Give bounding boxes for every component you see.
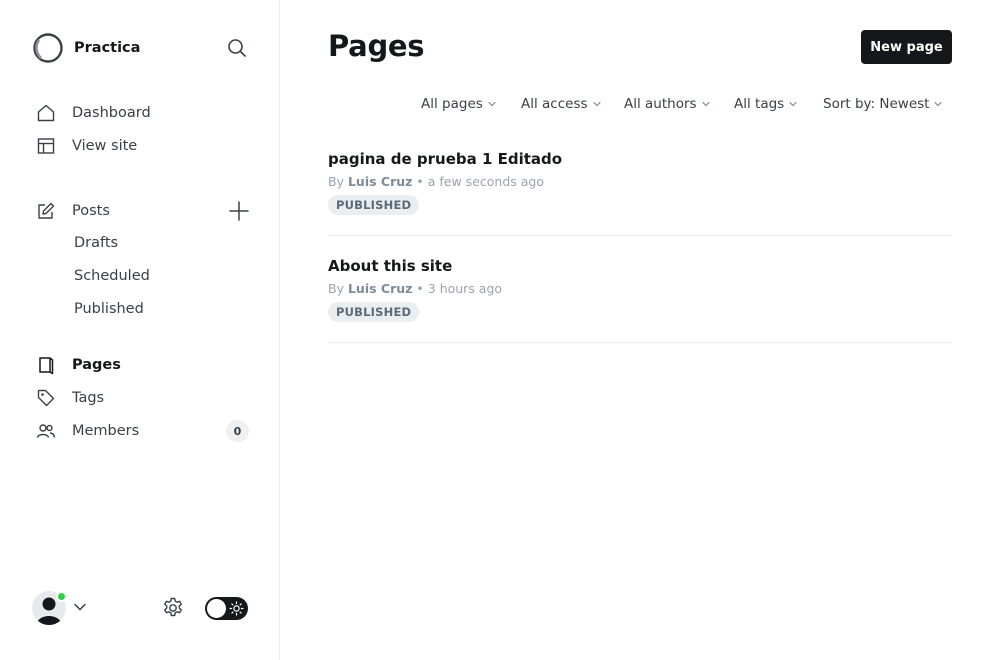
nav-label-view-site: View site [72, 138, 138, 154]
filter-type[interactable]: All pages [421, 96, 496, 112]
filter-tags-label: All tags [734, 96, 785, 112]
nav-label-dashboard: Dashboard [72, 105, 151, 121]
online-status-dot [56, 591, 67, 602]
nav-label-posts: Posts [72, 203, 110, 219]
chevron-down-icon [488, 101, 496, 107]
filter-access[interactable]: All access [521, 96, 601, 112]
meta-by: By [328, 281, 344, 296]
search-icon[interactable] [226, 37, 248, 59]
page-title: Pages [328, 29, 425, 63]
filter-tags[interactable]: All tags [734, 96, 797, 112]
nav-item-members[interactable]: Members [36, 419, 139, 443]
sun-icon [229, 601, 244, 616]
theme-toggle[interactable] [205, 597, 248, 620]
page-title-link[interactable]: pagina de prueba 1 Editado [328, 150, 562, 168]
nav-label-pages: Pages [72, 357, 121, 373]
chevron-down-icon [592, 101, 601, 107]
nav-label-members: Members [72, 423, 140, 439]
page-meta: By Luis Cruz • 3 hours ago [328, 281, 502, 296]
sort-order-label: Sort by: Newest [823, 96, 930, 112]
nav-item-pages[interactable]: Pages [36, 353, 121, 377]
meta-separator: • [416, 281, 424, 296]
page-icon [36, 355, 56, 375]
nav-item-drafts[interactable]: Drafts [74, 235, 118, 251]
meta-author: Luis Cruz [347, 281, 413, 296]
nav-item-posts[interactable]: Posts [36, 199, 110, 223]
page-list-item[interactable]: pagina de prueba 1 Editado By Luis Cruz … [328, 129, 952, 236]
layout-icon [36, 136, 56, 156]
nav-item-tags[interactable]: Tags [36, 386, 104, 410]
new-page-button[interactable]: New page [861, 30, 952, 64]
chevron-down-icon [701, 101, 710, 107]
meta-time: 3 hours ago [427, 281, 503, 296]
members-icon [36, 421, 56, 441]
main-content: Pages New page All pages All access All … [280, 0, 1000, 660]
status-badge: PUBLISHED [328, 302, 420, 322]
nav-item-view-site[interactable]: View site [36, 134, 137, 158]
brand[interactable]: Practica [32, 32, 140, 64]
nav-item-scheduled[interactable]: Scheduled [74, 268, 150, 284]
filter-authors[interactable]: All authors [624, 96, 710, 112]
filter-authors-label: All authors [624, 96, 697, 112]
meta-by: By [328, 174, 344, 189]
chevron-down-icon [934, 101, 943, 107]
meta-author: Luis Cruz [347, 174, 413, 189]
meta-time: a few seconds ago [427, 174, 544, 189]
sort-order[interactable]: Sort by: Newest [823, 96, 943, 112]
filter-access-label: All access [521, 96, 588, 112]
nav-label-tags: Tags [72, 390, 105, 406]
page-title-link[interactable]: About this site [328, 257, 452, 275]
status-badge: PUBLISHED [328, 195, 420, 215]
nav-item-published[interactable]: Published [74, 301, 144, 317]
user-menu[interactable] [32, 591, 67, 625]
members-count-badge: 0 [226, 420, 249, 442]
chevron-down-icon[interactable] [73, 600, 87, 614]
page-meta: By Luis Cruz • a few seconds ago [328, 174, 544, 189]
filter-type-label: All pages [421, 96, 483, 112]
gear-icon[interactable] [161, 596, 185, 620]
sidebar: Practica Dashboard View site Posts Draft… [0, 0, 280, 660]
nav-item-dashboard[interactable]: Dashboard [36, 101, 151, 125]
page-list-item[interactable]: About this site By Luis Cruz • 3 hours a… [328, 236, 952, 343]
tag-icon [36, 388, 56, 408]
toggle-knob [207, 599, 226, 618]
chevron-down-icon [789, 101, 797, 107]
edit-icon [36, 201, 56, 221]
meta-separator: • [416, 174, 424, 189]
brand-name: Practica [74, 40, 141, 56]
home-icon [36, 103, 56, 123]
add-post-icon[interactable] [228, 200, 250, 222]
site-logo-icon [33, 33, 63, 63]
